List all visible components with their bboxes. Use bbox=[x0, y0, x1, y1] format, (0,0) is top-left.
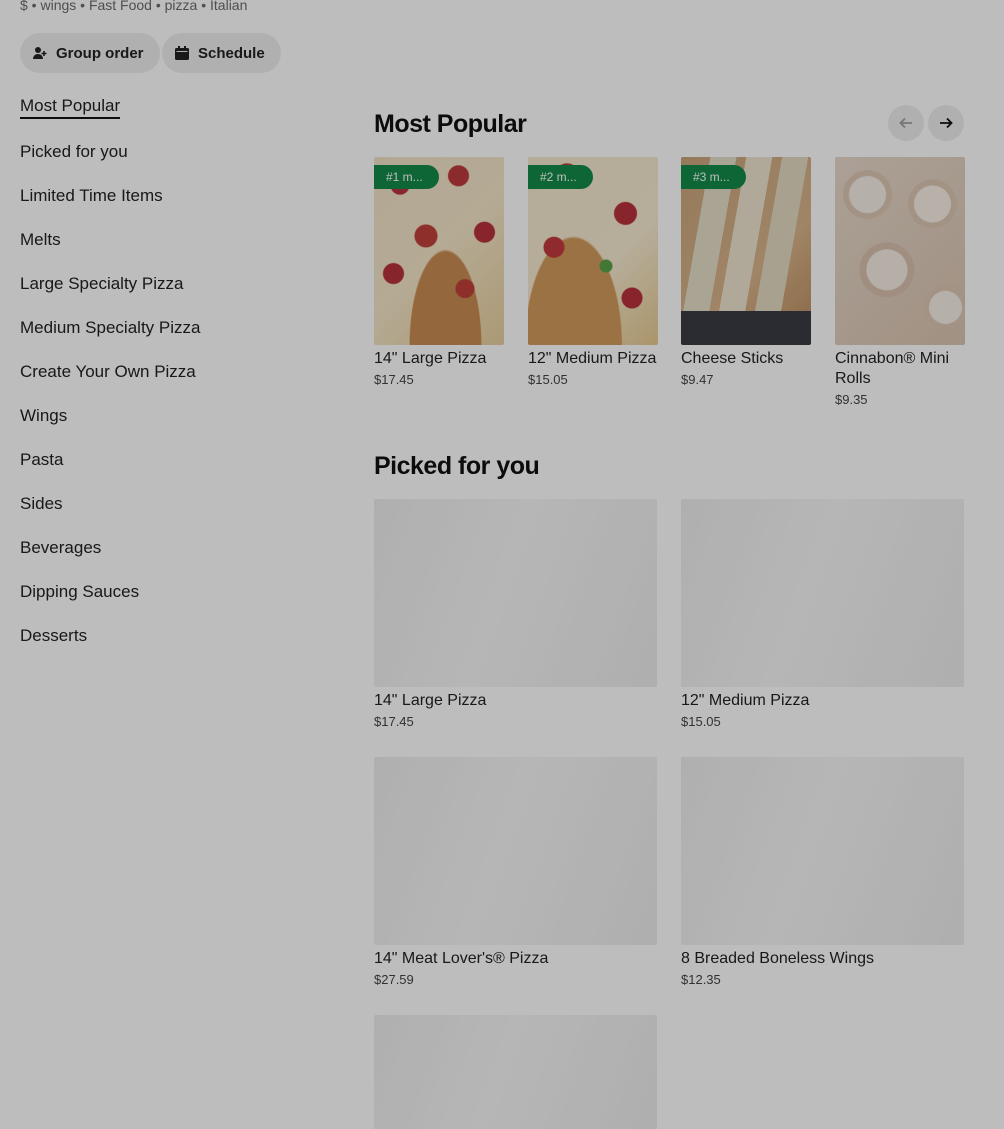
picked-for-you-heading: Picked for you bbox=[374, 452, 540, 480]
sidebar-item-melts[interactable]: Melts bbox=[20, 230, 61, 250]
sidebar-item-pasta[interactable]: Pasta bbox=[20, 450, 63, 470]
carousel-next-button[interactable] bbox=[928, 105, 964, 141]
item-name: 14" Large Pizza bbox=[374, 350, 487, 367]
sidebar-item-wings[interactable]: Wings bbox=[20, 406, 67, 426]
item-image bbox=[835, 157, 965, 345]
rank-badge: #3 m... bbox=[681, 165, 746, 189]
most-popular-heading: Most Popular bbox=[374, 110, 527, 138]
sidebar-item-most-popular[interactable]: Most Popular bbox=[20, 96, 121, 119]
rank-badge: #1 m... bbox=[374, 165, 439, 189]
add-person-icon bbox=[33, 47, 47, 59]
picked-item-card[interactable]: 8 Breaded Boneless Wings $12.35 bbox=[681, 757, 964, 987]
item-image-placeholder bbox=[681, 757, 964, 945]
item-image-placeholder bbox=[374, 499, 657, 687]
group-order-label: Group order bbox=[56, 44, 144, 62]
picked-item-card[interactable]: 14" Large Pizza $17.45 bbox=[374, 499, 657, 729]
item-image-placeholder bbox=[374, 757, 657, 945]
item-price: $15.05 bbox=[681, 714, 721, 729]
sidebar-item-create-your-own-pizza[interactable]: Create Your Own Pizza bbox=[20, 362, 196, 382]
popular-item-card[interactable]: #1 m... 14" Large Pizza $17.45 bbox=[374, 157, 504, 387]
item-price: $9.35 bbox=[835, 392, 868, 407]
calendar-icon bbox=[175, 46, 189, 60]
sidebar-item-limited-time-items[interactable]: Limited Time Items bbox=[20, 186, 163, 206]
arrow-left-icon bbox=[899, 117, 912, 129]
picked-item-card[interactable] bbox=[374, 1015, 657, 1129]
item-price: $15.05 bbox=[528, 372, 568, 387]
item-image: #1 m... bbox=[374, 157, 504, 345]
sidebar-item-dipping-sauces[interactable]: Dipping Sauces bbox=[20, 582, 139, 602]
arrow-right-icon bbox=[940, 117, 953, 129]
picked-item-card[interactable]: 12" Medium Pizza $15.05 bbox=[681, 499, 964, 729]
item-name: Cinnabon® Mini Rolls bbox=[835, 350, 950, 387]
item-price: $17.45 bbox=[374, 714, 414, 729]
item-price: $17.45 bbox=[374, 372, 414, 387]
item-name: 8 Breaded Boneless Wings bbox=[681, 950, 874, 967]
sidebar-item-desserts[interactable]: Desserts bbox=[20, 626, 87, 646]
popular-item-card[interactable]: Cinnabon® Mini Rolls $9.35 bbox=[835, 157, 965, 407]
sidebar-item-sides[interactable]: Sides bbox=[20, 494, 63, 514]
group-order-button[interactable]: Group order bbox=[20, 33, 160, 73]
item-name: 14" Meat Lover's® Pizza bbox=[374, 950, 549, 967]
picked-item-card[interactable]: 14" Meat Lover's® Pizza $27.59 bbox=[374, 757, 657, 987]
store-page: $ • wings • Fast Food • pizza • Italian … bbox=[0, 0, 1004, 1129]
sidebar-item-beverages[interactable]: Beverages bbox=[20, 538, 101, 558]
item-name: 14" Large Pizza bbox=[374, 692, 487, 709]
schedule-button[interactable]: Schedule bbox=[162, 33, 281, 73]
item-name: Cheese Sticks bbox=[681, 350, 784, 367]
item-price: $12.35 bbox=[681, 972, 721, 987]
sidebar-item-picked-for-you[interactable]: Picked for you bbox=[20, 142, 128, 162]
item-image-placeholder bbox=[681, 499, 964, 687]
item-name: 12" Medium Pizza bbox=[528, 350, 657, 367]
store-meta: $ • wings • Fast Food • pizza • Italian bbox=[20, 0, 248, 13]
item-price: $9.47 bbox=[681, 372, 714, 387]
popular-item-card[interactable]: #3 m... Cheese Sticks $9.47 bbox=[681, 157, 811, 387]
schedule-label: Schedule bbox=[198, 44, 265, 62]
item-image: #3 m... bbox=[681, 157, 811, 345]
rank-badge: #2 m... bbox=[528, 165, 593, 189]
item-name: 12" Medium Pizza bbox=[681, 692, 810, 709]
sidebar-item-large-specialty-pizza[interactable]: Large Specialty Pizza bbox=[20, 274, 183, 294]
popular-item-card[interactable]: #2 m... 12" Medium Pizza $15.05 bbox=[528, 157, 658, 387]
carousel-prev-button[interactable] bbox=[888, 105, 924, 141]
sidebar-item-medium-specialty-pizza[interactable]: Medium Specialty Pizza bbox=[20, 318, 200, 338]
item-image: #2 m... bbox=[528, 157, 658, 345]
item-image-placeholder bbox=[374, 1015, 657, 1129]
item-price: $27.59 bbox=[374, 972, 414, 987]
